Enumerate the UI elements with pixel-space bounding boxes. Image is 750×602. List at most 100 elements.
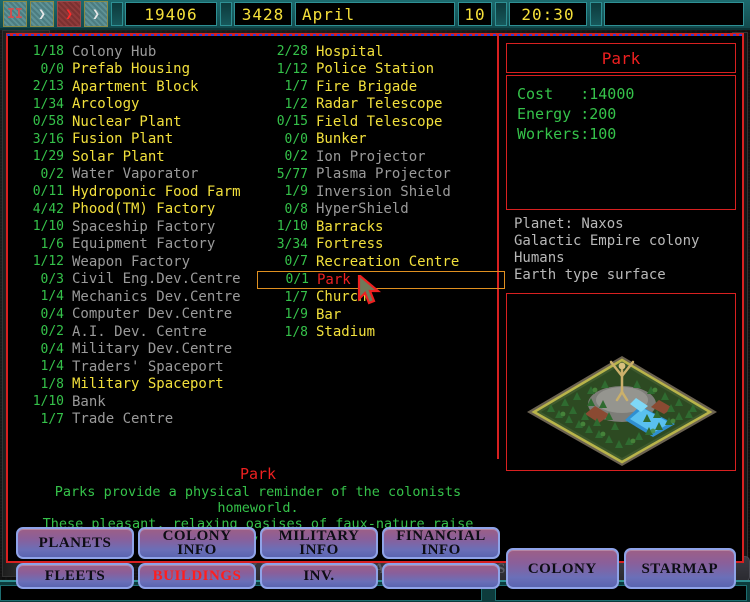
building-name: Field Telescope: [316, 113, 443, 130]
building-row[interactable]: 0/8 HyperShield: [260, 201, 498, 219]
buildings-list: 1/18 Colony Hub 0/0 Prefab Housing 2/13 Apart…: [16, 43, 505, 463]
building-count: 0/58: [32, 114, 64, 130]
building-name: Fire Brigade: [316, 78, 418, 95]
building-row[interactable]: 0/15 Field Telescope: [260, 113, 498, 131]
building-row[interactable]: 2/28 Hospital: [260, 43, 498, 61]
building-row[interactable]: 3/34 Fortress: [260, 236, 498, 254]
building-row[interactable]: 1/12 Police Station: [260, 61, 498, 79]
building-row[interactable]: 0/4 Computer Dev.Centre: [16, 306, 254, 324]
building-row[interactable]: 5/77 Plasma Projector: [260, 166, 498, 184]
blank-button[interactable]: [382, 563, 500, 589]
building-count: 0/15: [276, 114, 308, 130]
building-name: Spaceship Factory: [72, 218, 216, 235]
fleets-button[interactable]: FLEETS: [16, 563, 134, 589]
building-count: 1/4: [40, 359, 64, 375]
building-count: 1/8: [40, 376, 64, 392]
building-row[interactable]: 2/13 Apartment Block: [16, 78, 254, 96]
building-row[interactable]: 1/7 Fire Brigade: [260, 78, 498, 96]
starmap-button-label: STARMAP: [641, 560, 719, 577]
time-notch: [495, 2, 507, 26]
chevron-right-icon: ❯: [38, 6, 46, 22]
buildings-left-column: 1/18 Colony Hub 0/0 Prefab Housing 2/13 Apart…: [16, 43, 254, 428]
building-row[interactable]: 0/7 Recreation Centre: [260, 253, 498, 271]
building-count: 1/9: [284, 184, 308, 200]
building-row[interactable]: 4/42 Phood(TM) Factory: [16, 201, 254, 219]
building-row[interactable]: 0/2 Ion Projector: [260, 148, 498, 166]
building-row[interactable]: 1/9 Bar: [260, 306, 498, 324]
building-row[interactable]: 1/8 Stadium: [260, 324, 498, 342]
building-row[interactable]: 1/10 Spaceship Factory: [16, 218, 254, 236]
military-info-button[interactable]: MILITARY INFO: [260, 527, 378, 559]
military-info-button-label-2: INFO: [299, 542, 339, 558]
building-count: 1/29: [32, 149, 64, 165]
building-row[interactable]: 1/10 Bank: [16, 393, 254, 411]
credits-notch: [111, 2, 123, 26]
building-count: 5/77: [276, 166, 308, 182]
building-row[interactable]: 0/0 Prefab Housing: [16, 61, 254, 79]
building-row[interactable]: 1/4 Traders' Spaceport: [16, 358, 254, 376]
building-name: Trade Centre: [72, 411, 174, 428]
building-row[interactable]: 1/29 Solar Plant: [16, 148, 254, 166]
building-row[interactable]: 0/3 Civil Eng.Dev.Centre: [16, 271, 254, 289]
play-slow-button[interactable]: ❯: [30, 1, 54, 27]
building-row[interactable]: 0/2 Water Vaporator: [16, 166, 254, 184]
building-name: Military Spaceport: [72, 376, 224, 393]
play-fast-button[interactable]: ❯: [57, 1, 81, 27]
year-notch: [220, 2, 232, 26]
planet-info: Planet: Naxos Galactic Empire colony Hum…: [506, 212, 736, 290]
starmap-button[interactable]: STARMAP: [623, 548, 736, 589]
building-row[interactable]: 0/2 A.I. Dev. Centre: [16, 323, 254, 341]
building-name: A.I. Dev. Centre: [72, 323, 207, 340]
building-count: 1/7: [284, 289, 308, 305]
building-row[interactable]: 1/4 Mechanics Dev.Centre: [16, 288, 254, 306]
chevron-right-icon-2: ❯: [92, 6, 100, 22]
time-display: 20:30: [509, 2, 587, 26]
blank-display: [604, 2, 744, 26]
colony-button[interactable]: COLONY: [506, 548, 619, 589]
building-count: 0/3: [40, 271, 64, 287]
building-row[interactable]: 0/58 Nuclear Plant: [16, 113, 254, 131]
building-row[interactable]: 1/12 Weapon Factory: [16, 253, 254, 271]
building-row[interactable]: 1/10 Barracks: [260, 218, 498, 236]
building-count: 1/12: [32, 254, 64, 270]
building-row[interactable]: 1/7 Trade Centre: [16, 411, 254, 429]
building-row[interactable]: 1/18 Colony Hub: [16, 43, 254, 61]
building-row[interactable]: 1/2 Radar Telescope: [260, 96, 498, 114]
description-line-1: Parks provide a physical reminder of the…: [54, 484, 462, 516]
building-name: Apartment Block: [72, 78, 199, 95]
military-info-button-label-1: MILITARY: [278, 528, 360, 544]
building-row[interactable]: 1/6 Equipment Factory: [16, 236, 254, 254]
info-panel-title: Park: [506, 43, 736, 73]
info-panel-stats: Cost :14000 Energy :200 Workers:100: [506, 75, 736, 210]
buildings-button[interactable]: BUILDINGS: [138, 563, 256, 589]
building-row[interactable]: 0/0 Bunker: [260, 131, 498, 149]
building-row[interactable]: 1/9 Inversion Shield: [260, 183, 498, 201]
pause-button[interactable]: II: [3, 1, 27, 27]
colony-info-button-label-1: COLONY: [162, 528, 232, 544]
right-button-row: COLONY STARMAP: [506, 548, 736, 589]
building-row[interactable]: 0/1 Park: [257, 270, 505, 289]
building-count: 1/8: [284, 324, 308, 340]
building-count: 1/34: [32, 96, 64, 112]
building-row[interactable]: 3/16 Fusion Plant: [16, 131, 254, 149]
inv-button[interactable]: INV.: [260, 563, 378, 589]
building-name: Stadium: [316, 324, 376, 341]
building-count: 0/7: [284, 254, 308, 270]
building-row[interactable]: 0/4 Military Dev.Centre: [16, 341, 254, 359]
planets-button[interactable]: PLANETS: [16, 527, 134, 559]
building-count: 0/0: [40, 61, 64, 77]
play-faster-button[interactable]: ❯: [84, 1, 108, 27]
building-row[interactable]: 0/11 Hydroponic Food Farm: [16, 183, 254, 201]
building-row[interactable]: 1/34 Arcology: [16, 96, 254, 114]
building-row[interactable]: 1/8 Military Spaceport: [16, 376, 254, 394]
financial-info-button[interactable]: FINANCIAL INFO: [382, 527, 500, 559]
building-name: Hospital: [316, 43, 384, 60]
info-panel: Park Cost :14000 Energy :200 Workers:100…: [506, 43, 736, 471]
building-name: Prefab Housing: [72, 61, 191, 78]
description-block: Park Parks provide a physical reminder o…: [16, 465, 500, 548]
building-row[interactable]: 1/7 Church: [260, 289, 498, 307]
building-name: Fusion Plant: [72, 131, 174, 148]
chevron-right-red-icon: ❯: [65, 6, 73, 22]
colony-info-button[interactable]: COLONY INFO: [138, 527, 256, 559]
building-count: 3/16: [32, 131, 64, 147]
